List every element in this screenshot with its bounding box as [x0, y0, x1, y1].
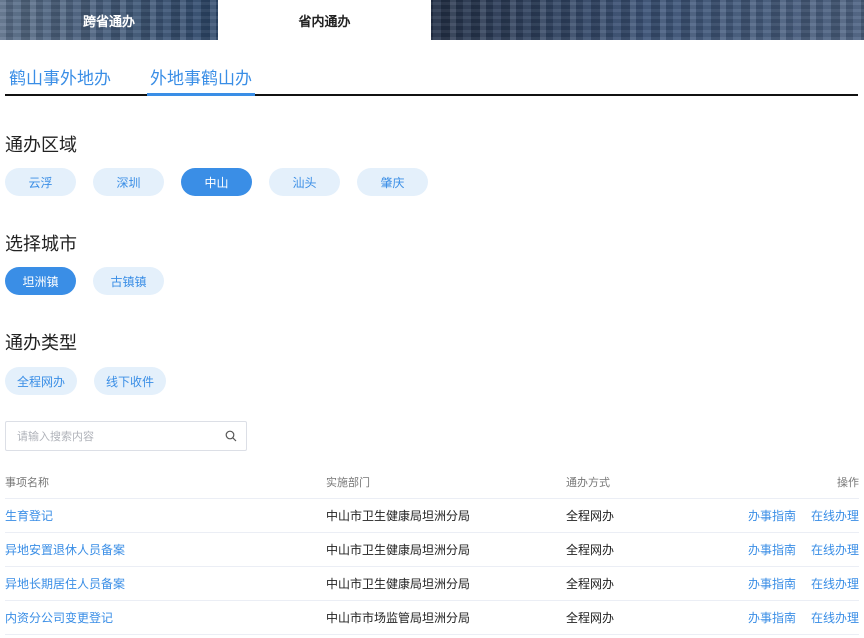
area-section-title: 通办区域 [5, 135, 77, 156]
type-options: 全程网办 线下收件 [5, 367, 167, 395]
area-option-shenzhen[interactable]: 深圳 [93, 168, 164, 196]
top-banner: 跨省通办 省内通办 [0, 0, 864, 40]
type-option-online[interactable]: 全程网办 [5, 367, 78, 395]
table-row: 异地安置退休人员备案 中山市卫生健康局坦洲分局 全程网办 办事指南 在线办理 [5, 533, 859, 567]
area-option-yunfu[interactable]: 云浮 [5, 168, 76, 196]
item-name-link[interactable]: 内资分公司变更登记 [5, 609, 113, 626]
guide-link[interactable]: 办事指南 [748, 507, 796, 524]
item-ops: 办事指南 在线办理 [748, 601, 859, 634]
area-options: 云浮 深圳 中山 汕头 肇庆 [5, 168, 428, 196]
item-dept: 中山市市场监管局坦洲分局 [326, 611, 471, 625]
header-dept: 实施部门 [326, 476, 370, 489]
item-ops: 办事指南 在线办理 [748, 533, 859, 566]
city-option-guzhen[interactable]: 古镇镇 [93, 267, 164, 295]
search-input[interactable] [6, 422, 216, 450]
table-header: 事项名称 实施部门 通办方式 操作 [5, 466, 859, 499]
guide-link[interactable]: 办事指南 [748, 609, 796, 626]
header-ops: 操作 [837, 476, 859, 489]
online-apply-link[interactable]: 在线办理 [811, 609, 859, 626]
city-option-tanzhou[interactable]: 坦洲镇 [5, 267, 76, 295]
tab-remote-affairs-local[interactable]: 外地事鹤山办 [147, 66, 255, 96]
guide-link[interactable]: 办事指南 [748, 575, 796, 592]
item-dept: 中山市卫生健康局坦洲分局 [326, 509, 471, 523]
online-apply-link[interactable]: 在线办理 [811, 507, 859, 524]
tab-local-affairs-remote[interactable]: 鹤山事外地办 [9, 66, 111, 94]
item-name-link[interactable]: 异地长期居住人员备案 [5, 575, 125, 592]
guide-link[interactable]: 办事指南 [748, 541, 796, 558]
area-option-zhongshan[interactable]: 中山 [181, 168, 252, 196]
items-table: 事项名称 实施部门 通办方式 操作 生育登记 中山市卫生健康局坦洲分局 全程网办… [5, 466, 859, 635]
table-row: 生育登记 中山市卫生健康局坦洲分局 全程网办 办事指南 在线办理 [5, 499, 859, 533]
area-option-shantou[interactable]: 汕头 [269, 168, 340, 196]
header-mode: 通办方式 [566, 476, 610, 489]
header-name: 事项名称 [5, 476, 49, 489]
type-section-title: 通办类型 [5, 333, 77, 354]
item-name-link[interactable]: 异地安置退休人员备案 [5, 541, 125, 558]
search-icon[interactable] [225, 430, 237, 442]
item-mode: 全程网办 [566, 509, 615, 523]
search-box [5, 421, 247, 451]
type-option-offline[interactable]: 线下收件 [94, 367, 167, 395]
tab-cross-province[interactable]: 跨省通办 [0, 0, 218, 40]
item-ops: 办事指南 在线办理 [748, 499, 859, 532]
online-apply-link[interactable]: 在线办理 [811, 541, 859, 558]
item-mode: 全程网办 [566, 543, 615, 557]
item-mode: 全程网办 [566, 611, 615, 625]
tab-in-province[interactable]: 省内通办 [218, 0, 431, 40]
online-apply-link[interactable]: 在线办理 [811, 575, 859, 592]
area-option-zhaoqing[interactable]: 肇庆 [357, 168, 428, 196]
item-dept: 中山市卫生健康局坦洲分局 [326, 543, 471, 557]
item-dept: 中山市卫生健康局坦洲分局 [326, 577, 471, 591]
table-row: 异地长期居住人员备案 中山市卫生健康局坦洲分局 全程网办 办事指南 在线办理 [5, 567, 859, 601]
item-name-link[interactable]: 生育登记 [5, 507, 53, 524]
sub-tab-bar: 鹤山事外地办 外地事鹤山办 [5, 66, 858, 96]
table-row: 内资分公司变更登记 中山市市场监管局坦洲分局 全程网办 办事指南 在线办理 [5, 601, 859, 635]
item-mode: 全程网办 [566, 577, 615, 591]
city-options: 坦洲镇 古镇镇 [5, 267, 164, 295]
city-section-title: 选择城市 [5, 234, 77, 255]
item-ops: 办事指南 在线办理 [748, 567, 859, 600]
